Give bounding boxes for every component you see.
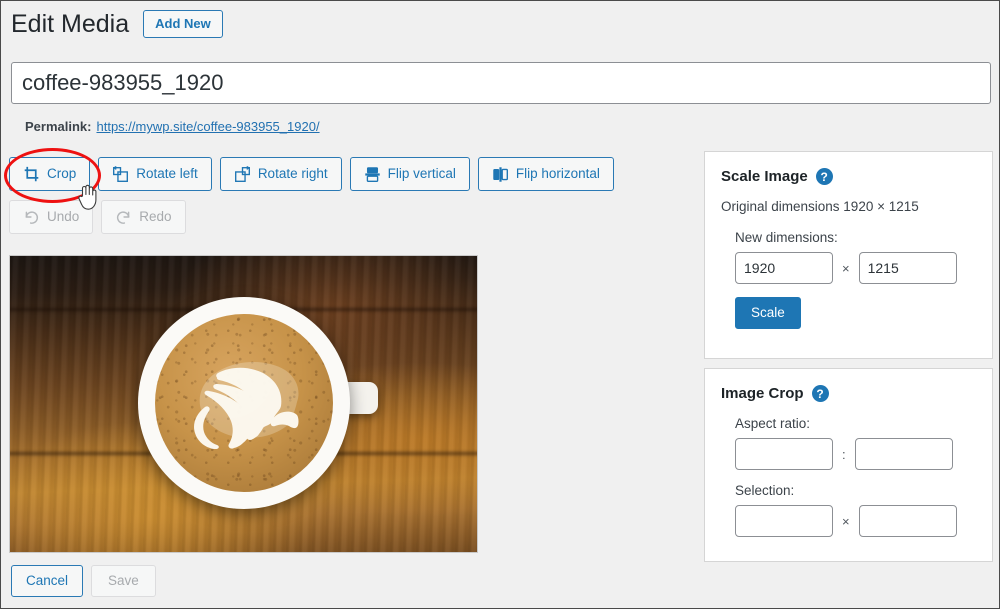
flip-horizontal-button-label: Flip horizontal — [515, 166, 600, 182]
aspect-ratio-label: Aspect ratio: — [735, 416, 811, 431]
selection-width-input[interactable] — [735, 505, 833, 537]
selection-row: × — [735, 505, 976, 537]
scale-submit-button[interactable]: Scale — [735, 297, 801, 330]
image-edit-toolbar-history: Undo Redo — [9, 200, 186, 234]
selection-label: Selection: — [735, 483, 795, 498]
image-crop-heading: Image Crop ? — [721, 385, 976, 402]
rotate-right-button-label: Rotate right — [257, 166, 328, 182]
scale-width-input[interactable] — [735, 252, 833, 284]
scale-image-heading: Scale Image ? — [721, 168, 976, 185]
page-header: Edit Media Add New — [11, 9, 223, 39]
scale-help-icon[interactable]: ? — [815, 168, 833, 185]
image-crop-panel: Image Crop ? Aspect ratio: : Selection: … — [704, 368, 993, 562]
aspect-ratio-separator: : — [842, 446, 846, 462]
redo-button[interactable]: Redo — [101, 200, 186, 234]
scale-dimension-separator: × — [842, 260, 850, 276]
selection-height-input[interactable] — [858, 505, 957, 537]
scale-image-panel: Scale Image ? Original dimensions 1920 ×… — [704, 151, 993, 359]
crop-icon — [23, 166, 40, 183]
page-title: Edit Media — [11, 10, 130, 38]
crop-button[interactable]: Crop — [9, 157, 91, 191]
aspect-ratio-row: : — [735, 438, 976, 470]
undo-button-label: Undo — [47, 209, 80, 225]
redo-button-label: Redo — [139, 209, 172, 225]
media-title-input[interactable] — [11, 62, 991, 104]
undo-button[interactable]: Undo — [9, 200, 94, 234]
permalink-link[interactable]: https://mywp.site/coffee-983955_1920/ — [96, 119, 319, 134]
image-crop-title: Image Crop — [721, 385, 804, 402]
undo-icon — [23, 209, 40, 226]
permalink: Permalink: https://mywp.site/coffee-9839… — [25, 119, 320, 134]
rotate-left-button[interactable]: Rotate left — [98, 157, 212, 191]
aspect-ratio-width-input[interactable] — [735, 438, 833, 470]
permalink-label: Permalink: — [25, 119, 92, 134]
save-button[interactable]: Save — [91, 565, 156, 597]
selection-separator: × — [842, 513, 850, 529]
new-dimensions-row: × — [735, 252, 976, 284]
image-edit-toolbar-primary: Crop Rotate left Rotate right Flip verti… — [9, 157, 614, 191]
aspect-ratio-height-input[interactable] — [854, 438, 953, 470]
flip-vertical-icon — [364, 166, 381, 183]
new-dimensions-label: New dimensions: — [735, 230, 838, 245]
original-dimensions-text: Original dimensions 1920 × 1215 — [721, 199, 919, 214]
scale-image-title: Scale Image — [721, 168, 808, 185]
add-new-button[interactable]: Add New — [143, 9, 223, 39]
flip-horizontal-icon — [492, 166, 509, 183]
flip-vertical-button[interactable]: Flip vertical — [349, 157, 470, 191]
flip-horizontal-button[interactable]: Flip horizontal — [477, 157, 614, 191]
rotate-right-button[interactable]: Rotate right — [219, 157, 342, 191]
edit-media-screen: Edit Media Add New Permalink: https://my… — [0, 0, 1000, 609]
crop-help-icon[interactable]: ? — [811, 385, 829, 402]
latte-art-leaf-icon — [194, 362, 299, 449]
cancel-button[interactable]: Cancel — [11, 565, 84, 597]
flip-vertical-button-label: Flip vertical — [387, 166, 456, 182]
rotate-left-icon — [112, 165, 129, 183]
image-preview[interactable] — [9, 255, 478, 553]
coffee-cup — [138, 297, 350, 509]
crema-surface — [155, 314, 333, 492]
rotate-right-icon — [234, 165, 251, 183]
crop-button-label: Crop — [47, 166, 77, 182]
image-edit-actions: Cancel Save — [11, 565, 156, 597]
scale-height-input[interactable] — [858, 252, 957, 284]
rotate-left-button-label: Rotate left — [136, 166, 198, 182]
redo-icon — [115, 209, 132, 226]
